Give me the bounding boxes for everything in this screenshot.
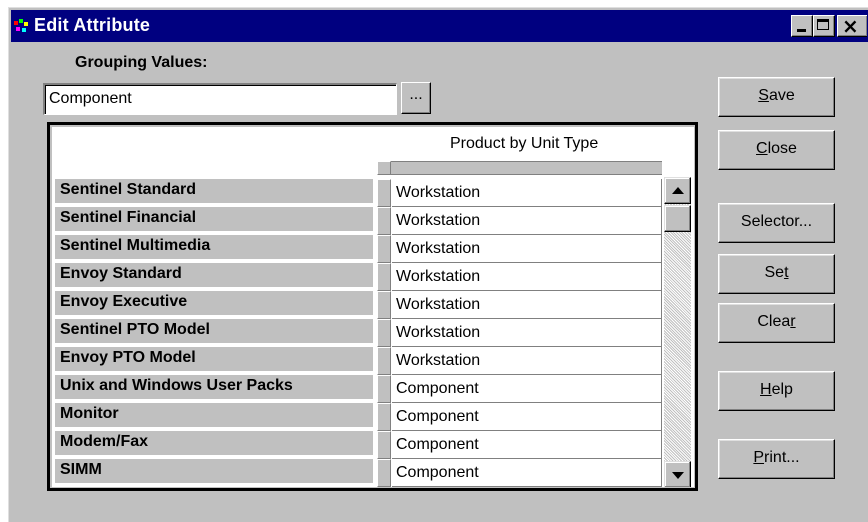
corner-cell[interactable]	[377, 161, 391, 175]
grid-viewport: Product by Unit Type Sentinel Standard Wo…	[52, 127, 694, 487]
row-header-label[interactable]: Sentinel Standard	[55, 179, 373, 205]
edit-attribute-dialog: Edit Attribute × Grouping Values: Compon…	[8, 7, 868, 522]
row-value-cell[interactable]: Component	[392, 431, 662, 459]
clear-button[interactable]: Clear	[718, 303, 835, 343]
title-bar[interactable]: Edit Attribute ×	[11, 10, 868, 42]
row-selector-handle[interactable]	[377, 207, 391, 235]
set-button[interactable]: Set	[718, 254, 835, 294]
table-row[interactable]: Unix and Windows User Packs Component	[52, 375, 662, 403]
minimize-icon	[797, 29, 806, 32]
grouping-values-label: Grouping Values:	[75, 54, 208, 71]
row-selector-handle[interactable]	[377, 319, 391, 347]
row-header-label[interactable]: Envoy PTO Model	[55, 347, 373, 373]
row-value-cell[interactable]: Workstation	[392, 179, 662, 207]
close-icon: ×	[842, 14, 859, 38]
row-selector-handle[interactable]	[377, 347, 391, 375]
row-value-cell[interactable]: Workstation	[392, 263, 662, 291]
table-row[interactable]: Envoy PTO Model Workstation	[52, 347, 662, 375]
close-button[interactable]: Close	[718, 130, 835, 170]
row-value-cell[interactable]: Component	[392, 459, 662, 487]
row-header-label[interactable]: Envoy Executive	[55, 291, 373, 317]
row-selector-handle[interactable]	[377, 263, 391, 291]
scroll-thumb[interactable]	[664, 205, 691, 232]
table-row[interactable]: Sentinel Multimedia Workstation	[52, 235, 662, 263]
minimize-button[interactable]	[791, 15, 813, 37]
row-selector-handle[interactable]	[377, 375, 391, 403]
row-value-cell[interactable]: Component	[392, 403, 662, 431]
row-selector-handle[interactable]	[377, 235, 391, 263]
table-row[interactable]: Envoy Executive Workstation	[52, 291, 662, 319]
row-selector-handle[interactable]	[377, 431, 391, 459]
arrow-up-icon	[672, 187, 684, 194]
save-button[interactable]: Save	[718, 77, 835, 117]
table-row[interactable]: Sentinel Standard Workstation	[52, 179, 662, 207]
row-header-label[interactable]: Monitor	[55, 403, 373, 429]
scroll-down-button[interactable]	[664, 461, 691, 487]
row-selector-handle[interactable]	[377, 403, 391, 431]
app-icon[interactable]	[14, 19, 29, 33]
grouping-values-input[interactable]: Component	[43, 83, 397, 115]
header-strip	[377, 161, 662, 175]
attribute-grid: Product by Unit Type Sentinel Standard Wo…	[47, 122, 698, 491]
row-value-cell[interactable]: Workstation	[392, 319, 662, 347]
row-selector-handle[interactable]	[377, 179, 391, 207]
table-row[interactable]: Envoy Standard Workstation	[52, 263, 662, 291]
help-button[interactable]: Help	[718, 371, 835, 411]
table-row[interactable]: Sentinel Financial Workstation	[52, 207, 662, 235]
row-header-label[interactable]: Sentinel Financial	[55, 207, 373, 233]
row-selector-handle[interactable]	[377, 459, 391, 487]
row-header-label[interactable]: Sentinel Multimedia	[55, 235, 373, 261]
row-value-cell[interactable]: Workstation	[392, 207, 662, 235]
scroll-up-button[interactable]	[664, 177, 691, 204]
row-header-label[interactable]: Unix and Windows User Packs	[55, 375, 373, 401]
row-header-label[interactable]: Envoy Standard	[55, 263, 373, 289]
arrow-down-icon	[672, 472, 684, 479]
table-row[interactable]: Monitor Component	[52, 403, 662, 431]
grouping-browse-button[interactable]: ...	[401, 82, 431, 114]
column-header-label: Product by Unit Type	[450, 135, 599, 152]
row-value-cell[interactable]: Workstation	[392, 235, 662, 263]
row-selector-handle[interactable]	[377, 291, 391, 319]
print-button[interactable]: Print...	[718, 439, 835, 479]
table-row[interactable]: Sentinel PTO Model Workstation	[52, 319, 662, 347]
row-value-cell[interactable]: Workstation	[392, 347, 662, 375]
maximize-icon	[817, 19, 829, 30]
column-header[interactable]: Product by Unit Type	[52, 127, 694, 152]
row-value-cell[interactable]: Workstation	[392, 291, 662, 319]
row-header-label[interactable]: SIMM	[55, 459, 373, 485]
vertical-scrollbar[interactable]	[664, 177, 691, 487]
table-row[interactable]: SIMM Component	[52, 459, 662, 487]
close-window-button[interactable]: ×	[837, 14, 867, 38]
row-value-cell[interactable]: Component	[392, 375, 662, 403]
row-header-label[interactable]: Modem/Fax	[55, 431, 373, 457]
selector-button[interactable]: Selector...	[718, 203, 835, 243]
window-title: Edit Attribute	[34, 15, 151, 35]
maximize-button[interactable]	[813, 15, 835, 37]
table-row[interactable]: Modem/Fax Component	[52, 431, 662, 459]
row-header-label[interactable]: Sentinel PTO Model	[55, 319, 373, 345]
